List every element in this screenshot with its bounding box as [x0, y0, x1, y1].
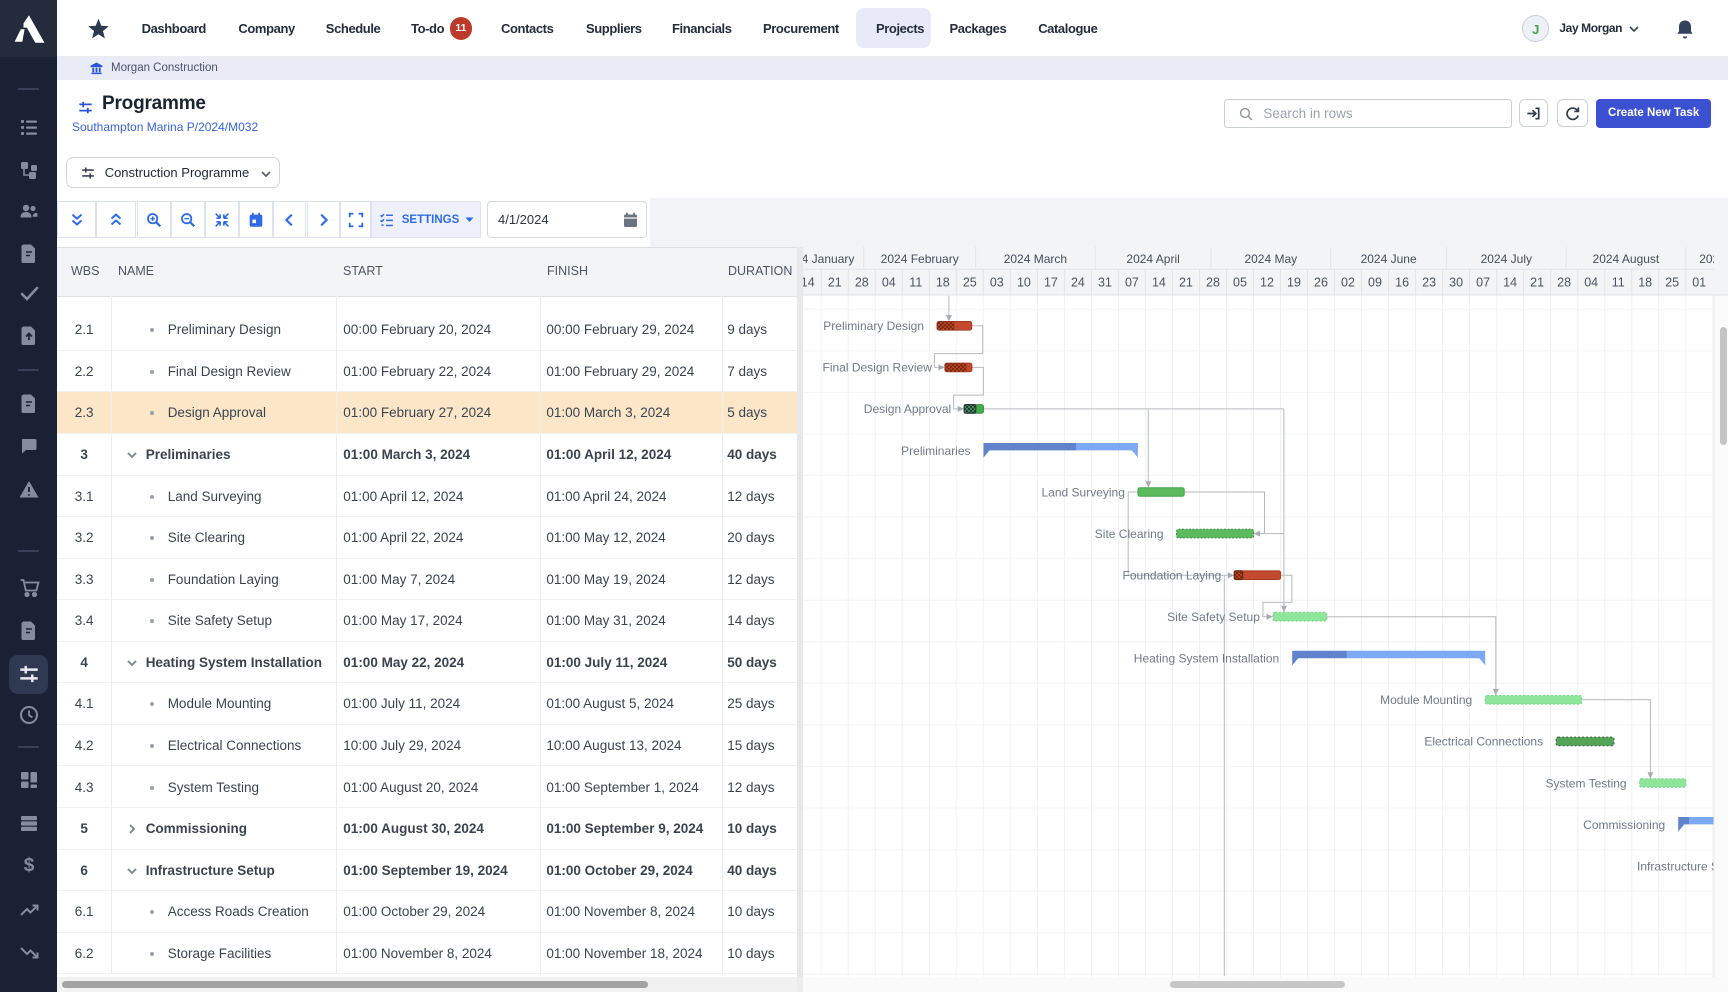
svg-text:23: 23 — [1422, 276, 1436, 290]
svg-text:Design Approval: Design Approval — [864, 402, 951, 416]
svg-text:2024 March: 2024 March — [1004, 252, 1067, 266]
svg-text:28: 28 — [1206, 276, 1220, 290]
svg-text:2024 June: 2024 June — [1361, 252, 1417, 266]
svg-text:30: 30 — [1449, 276, 1463, 290]
svg-text:25: 25 — [1665, 276, 1679, 290]
svg-text:03: 03 — [990, 276, 1004, 290]
svg-text:21: 21 — [1530, 276, 1544, 290]
svg-text:$: $ — [23, 855, 34, 876]
svg-text:Land Surveying: Land Surveying — [1042, 485, 1125, 499]
svg-text:04: 04 — [1584, 276, 1598, 290]
svg-text:14: 14 — [1503, 276, 1517, 290]
svg-text:16: 16 — [1395, 276, 1409, 290]
svg-text:07: 07 — [1125, 276, 1139, 290]
svg-text:Heating System Installation: Heating System Installation — [1134, 652, 1279, 666]
svg-text:14: 14 — [1152, 276, 1166, 290]
svg-text:19: 19 — [1287, 276, 1301, 290]
svg-text:11: 11 — [1612, 276, 1625, 290]
svg-text:Final Design Review: Final Design Review — [823, 361, 933, 375]
svg-text:04: 04 — [882, 276, 896, 290]
svg-text:18: 18 — [936, 276, 950, 290]
svg-text:Module Mounting: Module Mounting — [1380, 693, 1472, 707]
svg-text:02: 02 — [1341, 276, 1355, 290]
svg-text:Preliminaries: Preliminaries — [901, 444, 970, 458]
svg-text:Commissioning: Commissioning — [1583, 818, 1665, 832]
svg-text:05: 05 — [1233, 276, 1247, 290]
svg-text:14: 14 — [803, 276, 815, 290]
svg-text:17: 17 — [1044, 276, 1058, 290]
svg-text:System Testing: System Testing — [1545, 776, 1626, 790]
svg-text:24: 24 — [1071, 276, 1085, 290]
svg-text:01: 01 — [1692, 276, 1706, 290]
svg-text:2024 May: 2024 May — [1244, 252, 1297, 266]
svg-text:12: 12 — [1260, 276, 1274, 290]
svg-text:09: 09 — [1368, 276, 1382, 290]
svg-text:28: 28 — [855, 276, 869, 290]
svg-text:21: 21 — [1179, 276, 1193, 290]
svg-text:28: 28 — [1557, 276, 1571, 290]
svg-text:Foundation Laying: Foundation Laying — [1123, 569, 1222, 583]
svg-text:Preliminary Design: Preliminary Design — [823, 319, 924, 333]
svg-text:Electrical Connections: Electrical Connections — [1424, 735, 1543, 749]
svg-text:25: 25 — [963, 276, 977, 290]
svg-text:18: 18 — [1638, 276, 1652, 290]
svg-text:31: 31 — [1098, 276, 1112, 290]
svg-text:2024 February: 2024 February — [881, 252, 959, 266]
svg-text:Site Safety Setup: Site Safety Setup — [1167, 610, 1260, 624]
svg-text:21: 21 — [828, 276, 842, 290]
svg-text:2024 January: 2024 January — [803, 252, 854, 266]
svg-text:07: 07 — [1476, 276, 1490, 290]
svg-text:2024 July: 2024 July — [1481, 252, 1532, 266]
svg-text:2024 April: 2024 April — [1126, 252, 1179, 266]
svg-text:10: 10 — [1017, 276, 1031, 290]
svg-text:26: 26 — [1314, 276, 1328, 290]
svg-text:11: 11 — [909, 276, 922, 290]
svg-text:Site Clearing: Site Clearing — [1095, 527, 1164, 541]
svg-text:2024 August: 2024 August — [1593, 252, 1660, 266]
